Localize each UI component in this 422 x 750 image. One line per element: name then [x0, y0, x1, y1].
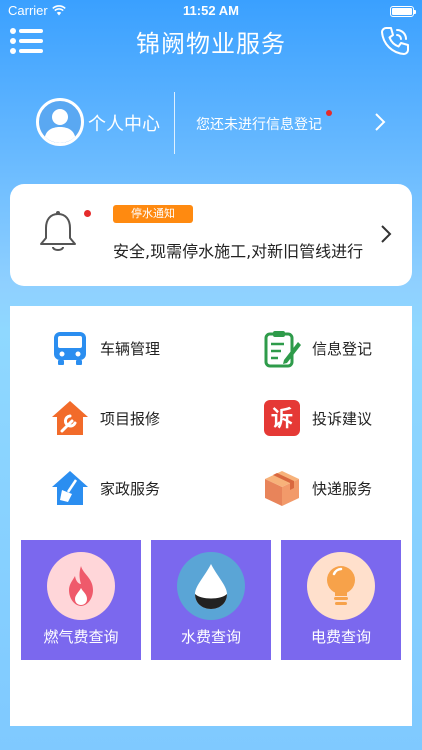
- service-info-registration[interactable]: 信息登记: [262, 328, 372, 368]
- tile-icon-circle: [47, 552, 115, 620]
- registration-prompt[interactable]: 您还未进行信息登记: [196, 114, 322, 134]
- svg-text:诉: 诉: [271, 406, 293, 432]
- service-express[interactable]: 快递服务: [262, 468, 372, 508]
- service-label: 投诉建议: [312, 409, 373, 428]
- service-complaint[interactable]: 诉 投诉建议: [262, 398, 372, 438]
- service-vehicle-management[interactable]: 车辆管理: [50, 328, 160, 368]
- clipboard-icon: [264, 331, 301, 368]
- lightbulb-icon: [327, 566, 355, 605]
- tile-icon-circle: [177, 552, 245, 620]
- tile-water-bill[interactable]: 水费查询: [151, 540, 271, 660]
- tile-electricity-bill[interactable]: 电费查询: [281, 540, 401, 660]
- service-label: 家政服务: [100, 479, 161, 498]
- unread-dot: [326, 110, 332, 116]
- personal-center-link[interactable]: 个人中心: [88, 110, 160, 136]
- tile-label: 电费查询: [310, 628, 371, 646]
- chevron-right-icon[interactable]: [380, 224, 392, 244]
- chevron-right-icon[interactable]: [374, 112, 386, 132]
- battery-icon: [390, 6, 416, 17]
- page-title: 锦阙物业服务: [136, 30, 286, 58]
- status-bar: Carrier 11:52 AM: [0, 0, 422, 22]
- notice-tag: 停水通知: [113, 205, 193, 223]
- service-label: 项目报修: [100, 409, 161, 428]
- water-drop-icon: [195, 564, 227, 609]
- user-avatar-icon: [44, 109, 76, 143]
- services-panel: 车辆管理 信息登记 项目报修 诉 投诉建议 家政服务 快递服务 燃气费查询 水费…: [10, 306, 412, 726]
- tile-icon-circle: [307, 552, 375, 620]
- service-label: 车辆管理: [100, 339, 161, 358]
- tile-label: 燃气费查询: [43, 628, 119, 646]
- package-icon: [265, 471, 299, 506]
- bell-icon: [40, 211, 76, 251]
- avatar[interactable]: [36, 98, 84, 146]
- nav-bar: 锦阙物业服务: [0, 22, 422, 62]
- notice-text: 安全,现需停水施工,对新旧管线进行: [113, 242, 364, 261]
- complaint-icon: 诉: [264, 400, 300, 436]
- notification-dot: [84, 210, 91, 217]
- service-repair[interactable]: 项目报修: [50, 398, 160, 438]
- bus-icon: [54, 332, 86, 365]
- tile-label: 水费查询: [180, 628, 241, 646]
- service-housekeeping[interactable]: 家政服务: [50, 468, 160, 508]
- profile-section: 个人中心 您还未进行信息登记: [0, 90, 422, 156]
- notice-card[interactable]: 停水通知 安全,现需停水施工,对新旧管线进行: [10, 184, 412, 286]
- flame-icon: [69, 566, 93, 606]
- housekeeping-icon: [52, 471, 88, 505]
- phone-icon[interactable]: [378, 24, 412, 58]
- profile-divider: [174, 92, 175, 154]
- repair-house-icon: [52, 401, 88, 435]
- clock: 11:52 AM: [183, 3, 239, 18]
- service-label: 快递服务: [312, 479, 373, 498]
- service-label: 信息登记: [312, 339, 373, 358]
- tile-gas-bill[interactable]: 燃气费查询: [21, 540, 141, 660]
